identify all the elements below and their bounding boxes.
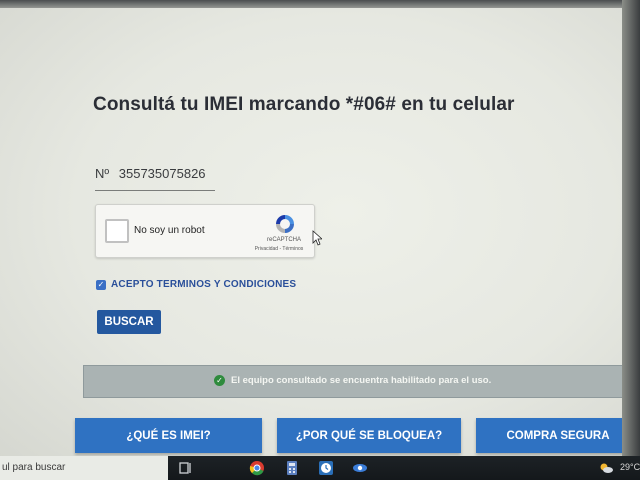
imei-value: 355735075826: [118, 166, 206, 181]
terms-checkbox[interactable]: ✓: [96, 279, 106, 290]
imei-input[interactable]: Nº 355735075826: [95, 166, 215, 191]
safe-purchase-button[interactable]: COMPRA SEGURA: [476, 418, 640, 453]
task-view-icon[interactable]: [178, 460, 194, 476]
taskbar-temperature: 29°C: [620, 462, 640, 472]
recaptcha-label: No soy un robot: [134, 225, 205, 236]
recaptcha-logo-icon: [276, 215, 294, 233]
recaptcha-widget: No soy un robot reCAPTCHA Privacidad - T…: [95, 204, 315, 258]
calculator-icon[interactable]: [284, 460, 300, 476]
chrome-icon[interactable]: [249, 460, 265, 476]
what-is-imei-button[interactable]: ¿QUÉ ES IMEI?: [75, 418, 262, 453]
weather-icon[interactable]: [598, 460, 614, 476]
recaptcha-links[interactable]: Privacidad - Términos: [246, 246, 312, 252]
network-app-icon[interactable]: [352, 460, 368, 476]
recaptcha-brand: reCAPTCHA: [266, 237, 301, 243]
monitor-bezel-right: [622, 0, 640, 480]
taskbar-search-input[interactable]: ul para buscar: [0, 456, 168, 480]
terms-label: ACEPTO TERMINOS Y CONDICIONES: [111, 279, 297, 290]
recaptcha-checkbox[interactable]: [105, 219, 129, 243]
why-blocked-button[interactable]: ¿POR QUÉ SE BLOQUEA?: [277, 418, 461, 453]
mouse-cursor-icon: [312, 230, 322, 246]
check-circle-icon: ✓: [214, 375, 225, 386]
browser-page: Consultá tu IMEI marcando *#06# en tu ce…: [0, 8, 640, 460]
windows-taskbar: ul para buscar 29°C: [0, 456, 640, 480]
result-banner: ✓ El equipo consultado se encuentra habi…: [83, 365, 640, 398]
imei-prefix: Nº: [95, 166, 110, 181]
page-title: Consultá tu IMEI marcando *#06# en tu ce…: [93, 94, 515, 115]
terms-checkbox-row[interactable]: ✓ ACEPTO TERMINOS Y CONDICIONES: [96, 279, 296, 290]
result-message: El equipo consultado se encuentra habili…: [231, 375, 492, 386]
search-button[interactable]: BUSCAR: [97, 310, 161, 334]
clock-icon[interactable]: [318, 460, 334, 476]
